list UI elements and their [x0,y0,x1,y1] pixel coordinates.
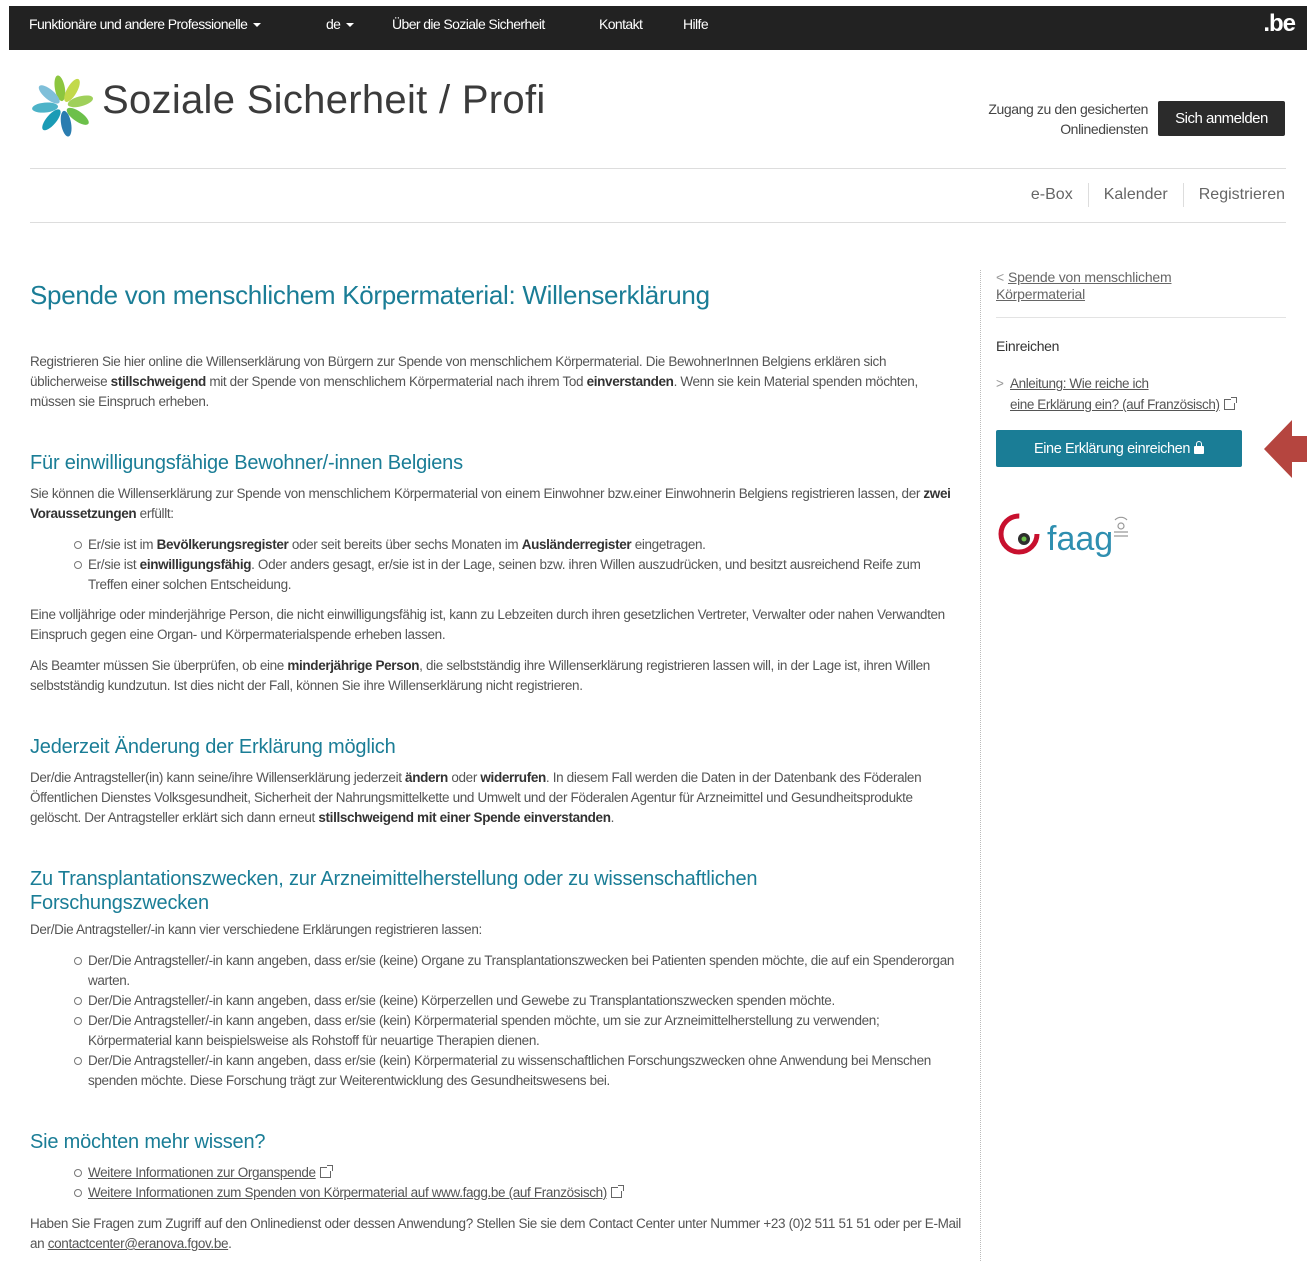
chevron-right-icon: > [996,376,1004,391]
nav-contact-link[interactable]: Kontakt [599,6,643,50]
secondary-nav: e-Box Kalender Registrieren [1016,180,1285,210]
guide-link-line1: Anleitung: Wie reiche ich [1010,376,1149,391]
sidebar-divider [980,270,981,1261]
lock-icon [1194,440,1205,454]
external-link-icon [319,1165,333,1178]
nav-professionals-dropdown[interactable]: Funktionäre und andere Professionelle [29,6,262,50]
access-text-line1: Zugang zu den gesicherten [988,101,1148,117]
sidebar-heading: Einreichen [996,338,1060,354]
guide-link-line2-text: eine Erklärung ein? (auf Französisch) [1010,397,1220,412]
back-link-label: Spende von menschlichem Körpermaterial [996,269,1172,302]
site-title: Soziale Sicherheit / Profi [102,78,546,122]
header-divider [30,168,1286,169]
declarations-list: Der/Die Antragsteller/-in kann angeben, … [72,951,962,1091]
list-item: Weitere Informationen zur Organspende [72,1163,962,1183]
calendar-link[interactable]: Kalender [1087,183,1183,207]
fagg-logo[interactable]: faag [997,506,1137,566]
guide-link-line2: eine Erklärung ein? (auf Französisch) [996,394,1276,415]
submit-declaration-label: Eine Erklärung einreichen [1033,440,1191,457]
login-button[interactable]: Sich anmelden [1158,101,1285,136]
register-link[interactable]: Registrieren [1182,183,1285,207]
intro-paragraph: Registrieren Sie hier online die Willens… [30,354,918,409]
nav-help-link[interactable]: Hilfe [683,6,709,50]
back-link[interactable]: < Spende von menschlichem Körpermaterial [996,269,1216,303]
external-link-icon [610,1185,624,1198]
nav-divider [30,222,1286,223]
top-navigation-bar: Funktionäre und andere Professionelle de… [9,6,1307,50]
nav-language-label: de [326,16,341,32]
submit-declaration-button[interactable]: Eine Erklärung einreichen [996,430,1242,467]
more-info-links: Weitere Informationen zur Organspende We… [72,1163,962,1203]
section-residents-paragraph-2: Eine volljährige oder minderjährige Pers… [30,607,945,642]
social-security-logo-icon[interactable] [30,72,96,138]
nav-about-link[interactable]: Über die Soziale Sicherheit [392,6,545,50]
section-more-heading: Sie möchten mehr wissen? [30,1131,266,1153]
pointer-arrow-icon [1264,420,1307,478]
list-item: Der/Die Antragsteller/-in kann angeben, … [72,1011,962,1051]
section-residents-paragraph-3: Als Beamter müssen Sie überprüfen, ob ei… [30,658,930,693]
external-link-icon [1223,397,1237,410]
chevron-left-icon: < [996,269,1004,285]
contact-paragraph: Haben Sie Fragen zum Zugriff auf den Onl… [30,1214,966,1254]
section-residents-paragraph: Sie können die Willenserklärung zur Spen… [30,486,951,521]
page-title: Spende von menschlichem Körpermaterial: … [30,280,710,310]
list-item: Der/Die Antragsteller/-in kann angeben, … [72,951,962,991]
chevron-down-icon [346,23,355,28]
fagg-logo-text: faag [1047,520,1113,558]
nav-language-dropdown[interactable]: de [326,6,355,50]
section-purposes-heading: Zu Transplantationszwecken, zur Arzneimi… [30,868,758,914]
secure-access-text: Zugang zu den gesicherten Onlinediensten [988,99,1148,139]
contact-email-link[interactable]: contactcenter@eranova.fgov.be [48,1236,229,1251]
list-item: Er/sie ist im Bevölkerungsregister oder … [72,535,962,555]
section-change-paragraph: Der/die Antragsteller(in) kann seine/ihr… [30,770,922,825]
access-text-line2: Onlinediensten [1060,121,1148,137]
list-item: Der/Die Antragsteller/-in kann angeben, … [72,1051,962,1091]
section-residents-heading: Für einwilligungsfähige Bewohner/-innen … [30,452,463,474]
be-logo[interactable]: .be [1263,10,1296,38]
section-purposes-paragraph: Der/Die Antragsteller/-in kann vier vers… [30,922,482,937]
contact-end: . [228,1236,232,1251]
organ-donation-info-link[interactable]: Weitere Informationen zur Organspende [88,1165,316,1180]
ebox-link[interactable]: e-Box [1016,183,1088,207]
requirements-list: Er/sie ist im Bevölkerungsregister oder … [72,535,962,595]
list-item: Weitere Informationen zum Spenden von Kö… [72,1183,962,1203]
guide-link[interactable]: > Anleitung: Wie reiche ich eine Erkläru… [996,373,1276,415]
section-change-heading: Jederzeit Änderung der Erklärung möglich [30,736,396,758]
sidebar-divider-line [996,317,1286,318]
fagg-info-link[interactable]: Weitere Informationen zum Spenden von Kö… [88,1185,607,1200]
nav-professionals-label: Funktionäre und andere Professionelle [29,16,248,32]
list-item: Er/sie ist einwilligungsfähig. Oder ande… [72,555,962,595]
list-item: Der/Die Antragsteller/-in kann angeben, … [72,991,962,1011]
chevron-down-icon [253,23,262,28]
